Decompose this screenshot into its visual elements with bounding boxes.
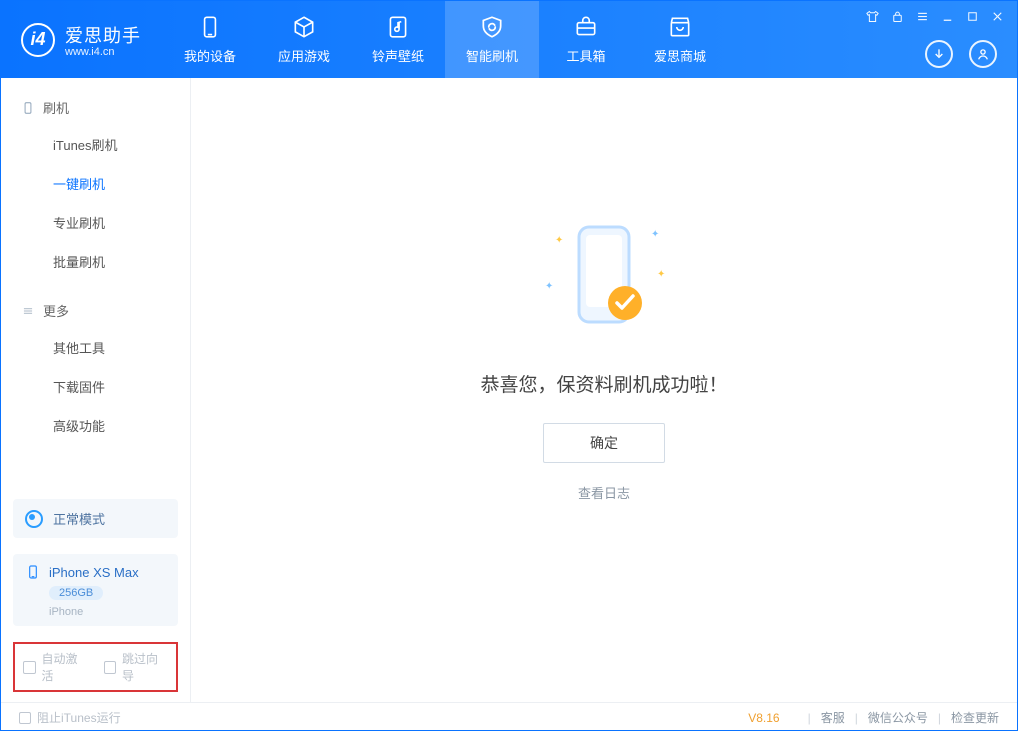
maximize-icon[interactable]: [965, 9, 980, 24]
nav-my-device[interactable]: 我的设备: [163, 1, 257, 78]
titlebar: i4 爱思助手 www.i4.cn 我的设备 应用游戏 铃声壁纸: [1, 1, 1017, 78]
tshirt-icon[interactable]: [865, 9, 880, 24]
nav-label: 智能刷机: [466, 46, 518, 65]
phone-icon: [197, 14, 223, 40]
minimize-icon[interactable]: [940, 9, 955, 24]
app-name-en: www.i4.cn: [65, 46, 141, 58]
ok-button[interactable]: 确定: [543, 423, 665, 463]
sidebar-group-flash: 刷机: [1, 88, 190, 125]
device-card[interactable]: iPhone XS Max 256GB iPhone: [13, 554, 178, 626]
sidebar-group-label: 刷机: [43, 98, 69, 117]
checkbox-skip-guide[interactable]: 跳过向导: [104, 650, 169, 684]
app-logo[interactable]: i4 爱思助手 www.i4.cn: [1, 1, 163, 78]
download-button[interactable]: [925, 40, 953, 68]
window-controls: [865, 9, 1005, 24]
sidebar-item-download-firmware[interactable]: 下载固件: [1, 367, 190, 406]
checkbox-icon: [23, 661, 36, 674]
titlebar-actions: [925, 40, 997, 68]
mode-label: 正常模式: [53, 509, 105, 528]
nav-ringtones-wallpapers[interactable]: 铃声壁纸: [351, 1, 445, 78]
account-button[interactable]: [969, 40, 997, 68]
lock-icon[interactable]: [890, 9, 905, 24]
cube-icon: [291, 14, 317, 40]
footer-link-wechat[interactable]: 微信公众号: [868, 709, 928, 726]
mode-card[interactable]: 正常模式: [13, 499, 178, 538]
shop-icon: [667, 14, 693, 40]
success-illustration: ✦ ✦ ✦ ✦: [539, 219, 669, 342]
mode-icon: [25, 510, 43, 528]
checkbox-label: 阻止iTunes运行: [37, 709, 121, 726]
nav-toolbox[interactable]: 工具箱: [539, 1, 633, 78]
sidebar-item-oneclick-flash[interactable]: 一键刷机: [1, 164, 190, 203]
success-title: 恭喜您，保资料刷机成功啦！: [480, 370, 727, 397]
nav-smart-flash[interactable]: 智能刷机: [445, 1, 539, 78]
nav-apps-games[interactable]: 应用游戏: [257, 1, 351, 78]
version-label: V8.16: [748, 711, 779, 725]
sidebar-group-label: 更多: [43, 301, 69, 320]
sidebar-item-batch-flash[interactable]: 批量刷机: [1, 242, 190, 281]
top-nav: 我的设备 应用游戏 铃声壁纸 智能刷机 工具箱: [163, 1, 727, 78]
checkbox-label: 自动激活: [42, 650, 88, 684]
nav-label: 工具箱: [566, 46, 605, 65]
device-storage-badge: 256GB: [49, 586, 103, 600]
main-content: ✦ ✦ ✦ ✦ 恭喜您，保资料刷机成功啦！ 确定 查看日志: [191, 78, 1017, 702]
nav-label: 我的设备: [184, 46, 236, 65]
toolbox-icon: [573, 14, 599, 40]
close-icon[interactable]: [990, 9, 1005, 24]
nav-label: 爱思商城: [654, 46, 706, 65]
menu-icon[interactable]: [915, 9, 930, 24]
app-name-cn: 爱思助手: [65, 22, 141, 48]
nav-label: 铃声壁纸: [372, 46, 424, 65]
logo-icon: i4: [21, 23, 55, 57]
body: 刷机 iTunes刷机 一键刷机 专业刷机 批量刷机 更多 其他工具 下载固件 …: [1, 78, 1017, 702]
footer-link-support[interactable]: 客服: [821, 709, 845, 726]
footer: 阻止iTunes运行 V8.16 | 客服 | 微信公众号 | 检查更新: [1, 702, 1017, 732]
checkbox-block-itunes[interactable]: 阻止iTunes运行: [19, 709, 121, 726]
music-note-icon: [385, 14, 411, 40]
device-name: iPhone XS Max: [49, 565, 139, 580]
refresh-shield-icon: [479, 14, 505, 40]
sidebar-item-pro-flash[interactable]: 专业刷机: [1, 203, 190, 242]
checkbox-icon: [19, 712, 31, 724]
device-type: iPhone: [49, 606, 83, 618]
sidebar-item-itunes-flash[interactable]: iTunes刷机: [1, 125, 190, 164]
checkbox-label: 跳过向导: [122, 650, 168, 684]
highlighted-options: 自动激活 跳过向导: [13, 642, 178, 692]
phone-small-icon: [21, 101, 35, 115]
footer-link-check-update[interactable]: 检查更新: [951, 709, 999, 726]
sidebar-item-other-tools[interactable]: 其他工具: [1, 328, 190, 367]
device-phone-icon: [25, 564, 41, 580]
menu-small-icon: [21, 304, 35, 318]
nav-label: 应用游戏: [278, 46, 330, 65]
sidebar: 刷机 iTunes刷机 一键刷机 专业刷机 批量刷机 更多 其他工具 下载固件 …: [1, 78, 191, 702]
checkbox-icon: [104, 661, 117, 674]
sidebar-item-advanced[interactable]: 高级功能: [1, 406, 190, 445]
checkbox-auto-activate[interactable]: 自动激活: [23, 650, 88, 684]
sidebar-group-more: 更多: [1, 291, 190, 328]
view-log-link[interactable]: 查看日志: [578, 483, 630, 502]
nav-shop[interactable]: 爱思商城: [633, 1, 727, 78]
